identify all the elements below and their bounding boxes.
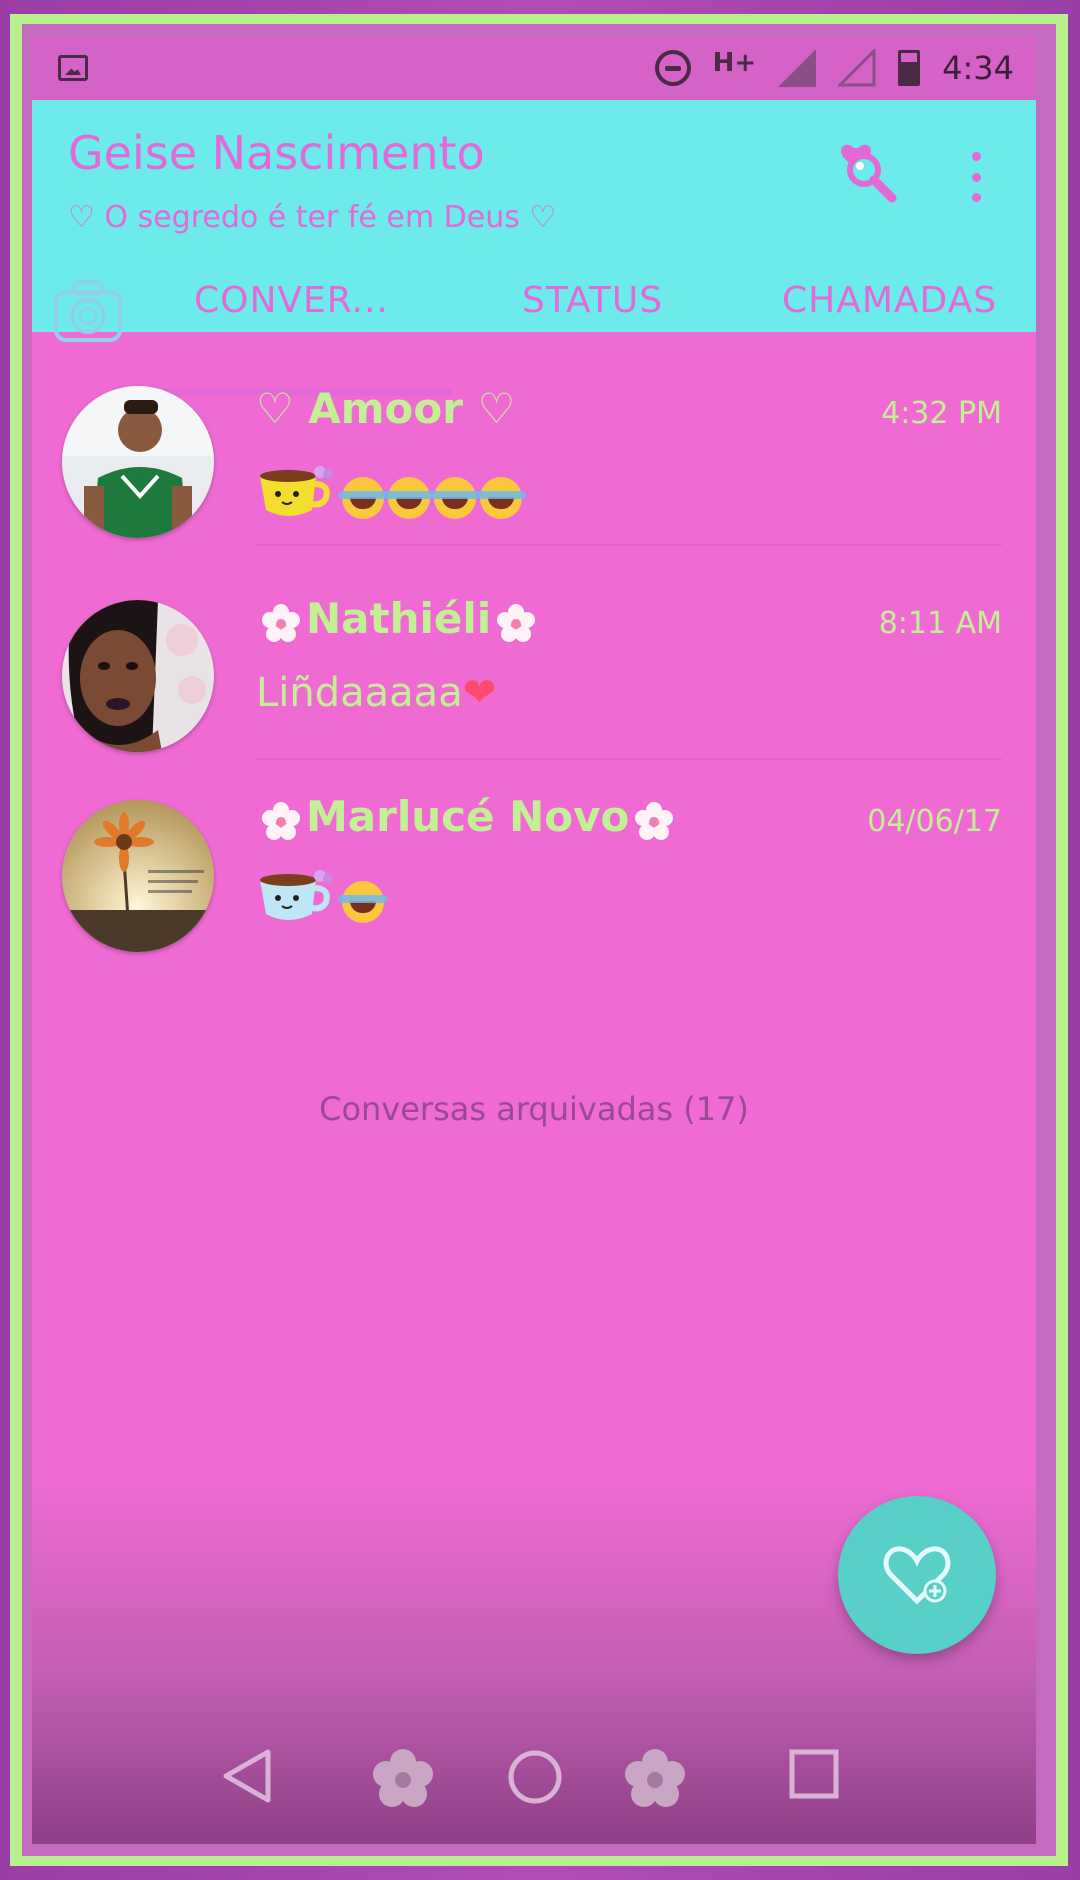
network-type: H+ [712, 48, 757, 78]
heart-plus-icon [883, 1546, 951, 1605]
app-header: Geise Nascimento ♡ O segredo é ter fé em… [32, 100, 1036, 396]
divider [256, 758, 1002, 760]
phone-screen: H+ 4:34 Geise Nascimento ♡ O segredo é t… [32, 36, 1036, 1844]
chat-time: 4:32 PM [881, 396, 1002, 431]
chat-name: ♡ Amoor ♡ [256, 384, 516, 433]
laughing-emoji-icon [476, 477, 526, 519]
flower-icon [635, 801, 674, 840]
chat-preview-text: Liñdaaaaa [256, 670, 463, 716]
chat-name: Nathiéli [306, 594, 492, 643]
flower-icon [262, 603, 300, 642]
avatar[interactable] [62, 800, 214, 952]
divider [256, 544, 1002, 546]
cup-emoji-icon [256, 870, 338, 934]
tab-conversas[interactable]: CONVER... [194, 280, 389, 321]
page-title: Geise Nascimento [68, 126, 485, 180]
do-not-disturb-icon [654, 50, 691, 86]
chat-row-nathieli[interactable]: Nathiéli 8:11 AM Liñdaaaaa❤ [32, 560, 1036, 760]
laughing-emoji-icon [430, 477, 480, 519]
cup-emoji-icon [256, 466, 338, 530]
chat-row-marluce[interactable]: Marlucé Novo 04/06/17 [32, 774, 1036, 974]
camera-icon[interactable] [52, 278, 124, 344]
chat-preview [256, 466, 526, 530]
image-icon [58, 55, 88, 81]
chat-preview [256, 870, 388, 934]
profile-status: ♡ O segredo é ter fé em Deus ♡ [68, 200, 557, 235]
laughing-emoji-icon [338, 477, 388, 519]
flower-icon [372, 1748, 434, 1814]
tab-chamadas[interactable]: CHAMADAS [782, 280, 997, 321]
chat-name-wrap: Marlucé Novo [256, 792, 679, 841]
avatar[interactable] [62, 386, 214, 538]
battery-icon [898, 50, 921, 86]
chat-time: 8:11 AM [878, 606, 1002, 641]
flower-icon [262, 801, 300, 840]
more-icon[interactable] [966, 152, 986, 202]
flower-icon [624, 1748, 686, 1814]
flower-icon [497, 603, 536, 642]
back-icon[interactable] [220, 1748, 274, 1808]
chat-row-amoor[interactable]: ♡ Amoor ♡ 4:32 PM [32, 346, 1036, 546]
chat-name-wrap: Nathiéli [256, 594, 541, 643]
status-time: 4:34 [942, 49, 1014, 87]
chat-preview: Liñdaaaaa❤ [256, 670, 496, 716]
home-icon[interactable] [506, 1748, 564, 1810]
new-chat-button[interactable] [838, 1496, 996, 1654]
signal-icon [778, 49, 817, 87]
hugging-emoji-icon [338, 881, 388, 923]
status-bar: H+ 4:34 [32, 36, 1036, 100]
signal-empty-icon [838, 49, 876, 87]
laughing-emoji-icon [384, 477, 434, 519]
chat-time: 04/06/17 [867, 804, 1002, 839]
avatar[interactable] [62, 600, 214, 752]
navigation-bar [32, 1726, 1036, 1826]
tab-status[interactable]: STATUS [522, 280, 663, 321]
red-heart-emoji-icon: ❤ [462, 670, 497, 716]
archived-chats-link[interactable]: Conversas arquivadas (17) [32, 1090, 1036, 1128]
search-icon[interactable] [834, 136, 904, 206]
chat-name: Marlucé Novo [306, 792, 630, 841]
recents-icon[interactable] [788, 1748, 840, 1804]
